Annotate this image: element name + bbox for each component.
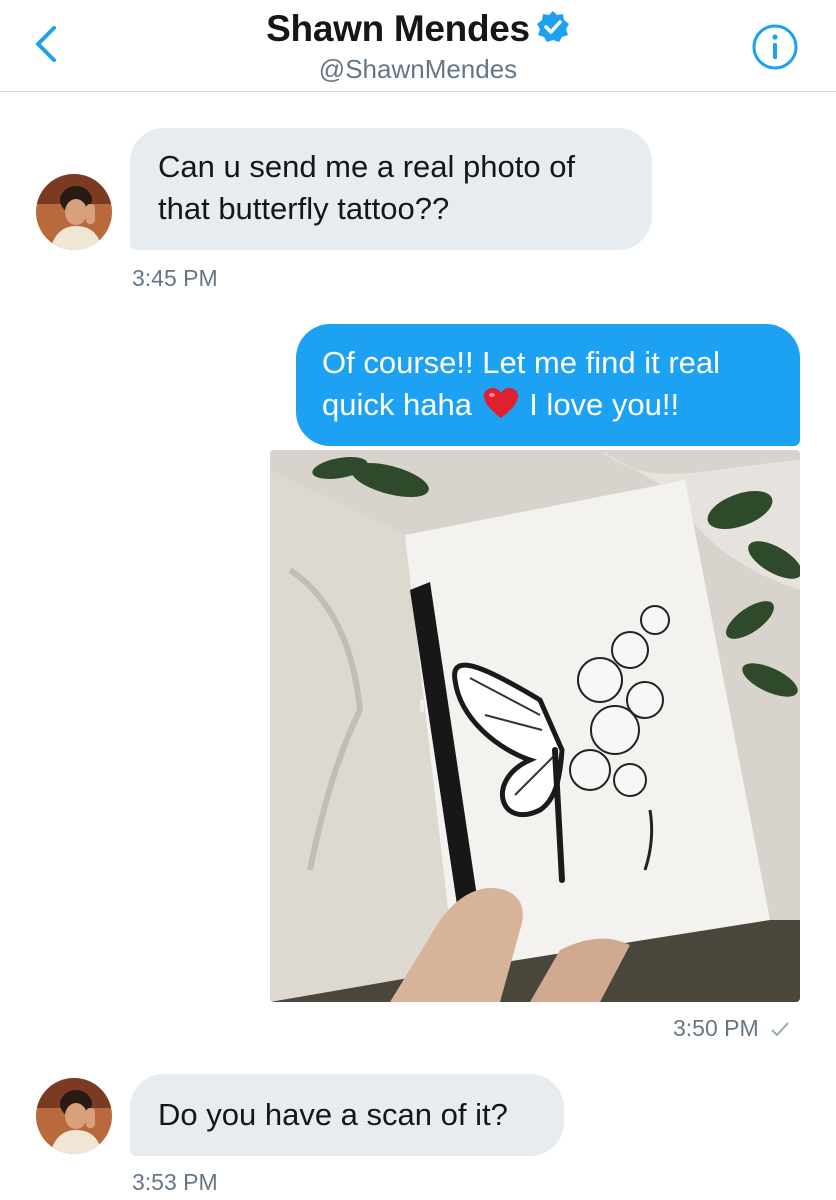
message-text-line: Do you have a scan of it?: [158, 1097, 508, 1132]
header-title-block[interactable]: Shawn Mendes @ShawnMendes: [0, 8, 836, 85]
outgoing-message-bubble[interactable]: Of course!! Let me find it real quick ha…: [296, 324, 800, 446]
contact-name: Shawn Mendes: [266, 8, 530, 49]
message-timestamp: 3:53 PM: [132, 1169, 218, 1195]
butterfly-sketch-photo: [270, 450, 800, 1002]
message-text-line: Of course!! Let me find it real: [322, 345, 721, 380]
red-heart-emoji: [483, 388, 518, 418]
message-time-text: 3:50 PM: [673, 1015, 759, 1041]
incoming-message-bubble[interactable]: Can u send me a real photo of that butte…: [130, 128, 652, 250]
message-timestamp: 3:50 PM: [673, 1015, 791, 1042]
message-text-line: Can u send me a real photo of: [158, 149, 576, 184]
avatar-photo: [36, 174, 112, 250]
photo-attachment[interactable]: [270, 450, 800, 1002]
message-text-segment: I love you!!: [529, 387, 680, 422]
avatar-photo: [36, 1078, 112, 1154]
contact-avatar[interactable]: [36, 174, 112, 250]
contact-avatar[interactable]: [36, 1078, 112, 1154]
info-icon[interactable]: [750, 22, 800, 72]
incoming-message-bubble[interactable]: Do you have a scan of it?: [130, 1074, 564, 1156]
message-text-line: quick haha I love you!!: [322, 384, 774, 426]
contact-handle: @ShawnMendes: [318, 54, 518, 84]
message-timestamp: 3:45 PM: [132, 265, 218, 291]
message-text-line: that butterfly tattoo??: [158, 191, 450, 226]
conversation-header: Shawn Mendes @ShawnMendes: [0, 0, 836, 92]
verified-badge-icon: [536, 11, 569, 42]
checkmark-icon: [771, 1022, 789, 1037]
message-text-segment: quick haha: [322, 387, 472, 422]
